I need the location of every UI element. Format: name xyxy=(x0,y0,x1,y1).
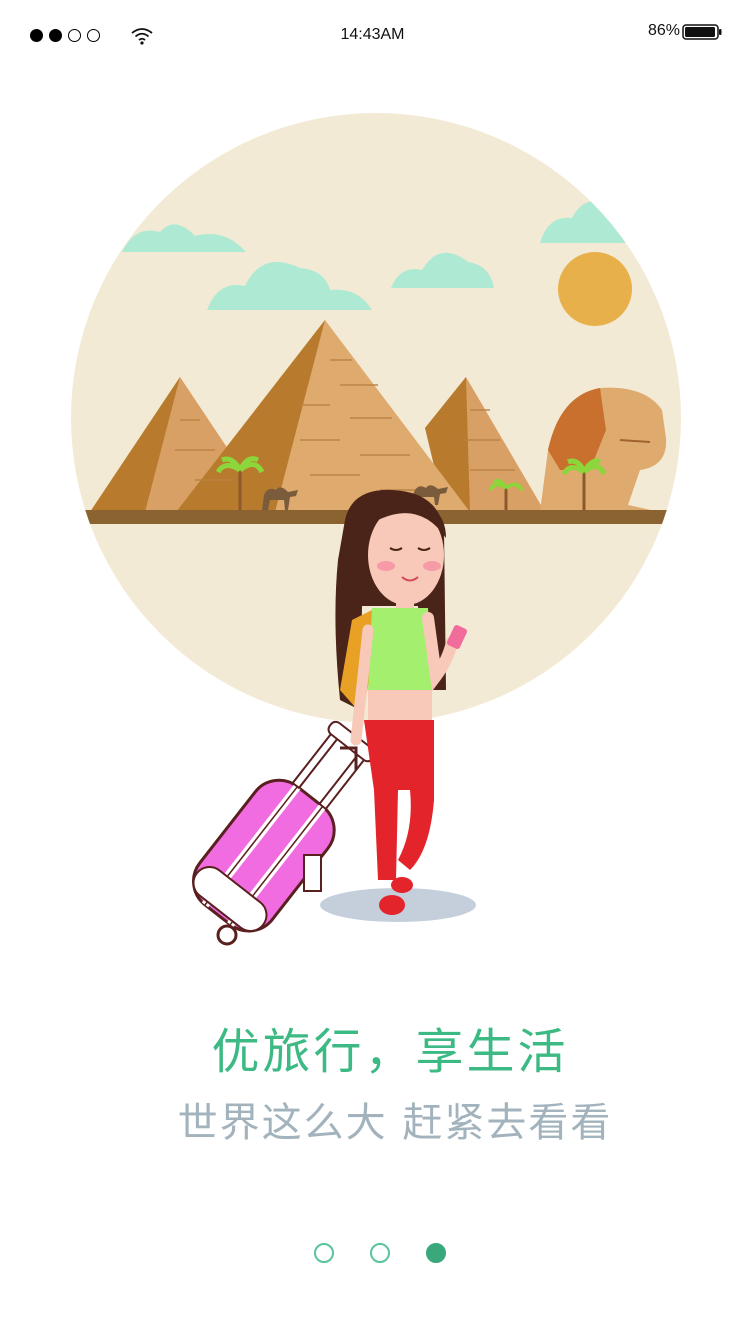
traveler-girl-with-pyramids-illustration xyxy=(71,113,681,946)
luggage-tag xyxy=(303,854,322,892)
onboarding-subtitle: 世界这么大 赶紧去看看 xyxy=(177,1100,613,1146)
sun-icon xyxy=(558,252,632,326)
page-dot-2[interactable] xyxy=(370,1243,390,1263)
suitcase-wheel xyxy=(216,924,238,946)
page-dot-1[interactable] xyxy=(314,1243,334,1263)
page-indicator xyxy=(0,1243,750,1263)
page-dot-3[interactable] xyxy=(426,1243,446,1263)
onboarding-title: 优旅行，享生活 xyxy=(211,1024,569,1080)
